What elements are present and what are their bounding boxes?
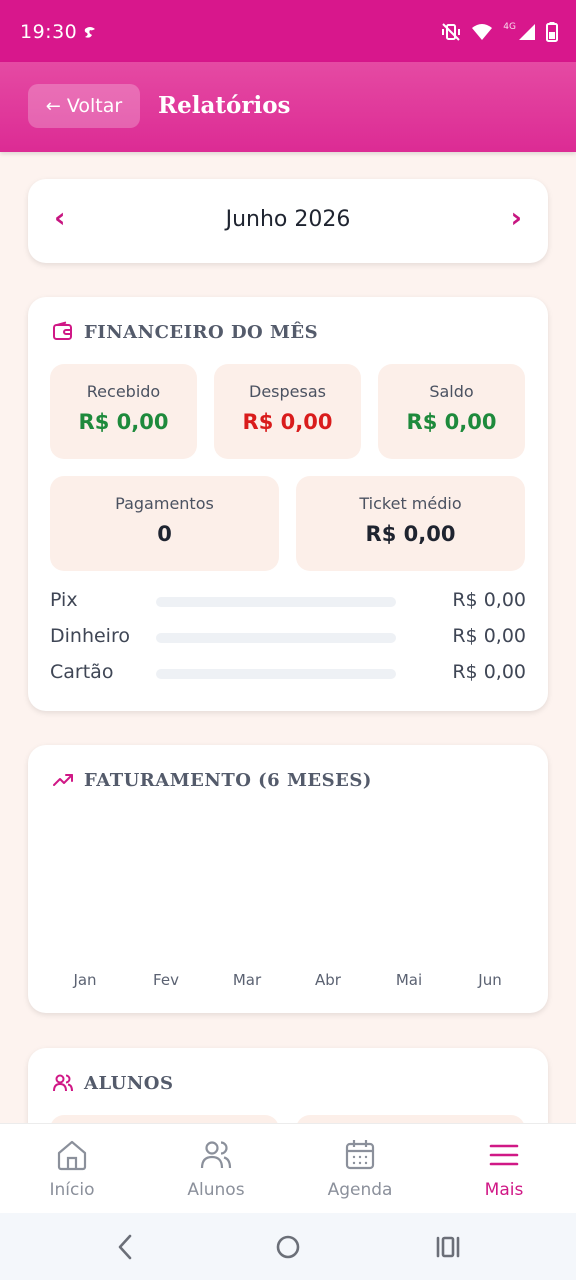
pagamentos-stat: Pagamentos 0	[50, 476, 279, 571]
nav-item-alunos[interactable]: Alunos	[144, 1124, 288, 1214]
financeiro-title: FINANCEIRO DO MÊS	[52, 321, 318, 343]
status-time: 19:30	[20, 21, 78, 43]
chart-x-tick-label: Mai	[395, 971, 423, 989]
saldo-label: Saldo	[429, 382, 474, 401]
nav-label: Agenda	[327, 1180, 393, 1200]
payment-method-label: Cartão	[50, 661, 114, 683]
network-type-label: 4G	[503, 22, 516, 32]
ticket-medio-value: R$ 0,00	[365, 522, 456, 546]
financeiro-card: FINANCEIRO DO MÊS Recebido R$ 0,00 Despe…	[28, 297, 548, 711]
nav-label: Início	[49, 1180, 95, 1200]
financeiro-title-text: FINANCEIRO DO MÊS	[84, 321, 319, 343]
nav-label: Alunos	[187, 1180, 245, 1200]
page-title: Relatórios	[158, 92, 291, 119]
chart-x-tick-label: Fev	[153, 971, 179, 989]
pagamentos-label: Pagamentos	[115, 494, 214, 513]
users-icon	[200, 1141, 232, 1169]
home-icon	[57, 1140, 87, 1171]
bottom-navigation: Início Alunos Agenda Mais	[0, 1123, 576, 1213]
next-month-button[interactable]: ›	[510, 201, 522, 234]
payment-method-row: Dinheiro R$ 0,00	[50, 623, 526, 651]
wallet-icon	[53, 321, 72, 340]
despesas-value: R$ 0,00	[242, 410, 333, 434]
alunos-title: ALUNOS	[52, 1072, 173, 1094]
calendar-icon	[345, 1140, 375, 1170]
saldo-stat: Saldo R$ 0,00	[378, 364, 525, 459]
wifi-icon	[472, 24, 493, 40]
pagamentos-value: 0	[157, 522, 172, 546]
chart-x-tick-label: Jun	[478, 971, 502, 989]
system-home-icon[interactable]	[274, 1233, 302, 1261]
chart-x-tick-label: Jan	[73, 971, 97, 989]
nav-item-mais[interactable]: Mais	[432, 1124, 576, 1214]
vibrate-mute-icon	[442, 23, 461, 41]
system-back-icon[interactable]	[114, 1233, 138, 1261]
revenue-chart	[28, 785, 548, 975]
recebido-value: R$ 0,00	[78, 410, 169, 434]
notification-icon	[84, 27, 95, 38]
back-button-label: Voltar	[66, 95, 123, 117]
month-selector-card: ‹ Junho 2026 ›	[28, 179, 548, 263]
recebido-label: Recebido	[86, 382, 161, 401]
faturamento-card: FATURAMENTO (6 MESES) Jan Fev Mar Abr Mai Jun	[28, 745, 548, 1013]
users-icon	[53, 1074, 73, 1092]
recebido-stat: Recebido R$ 0,00	[50, 364, 197, 459]
current-month-label: Junho 2026	[225, 207, 351, 232]
ticket-medio-label: Ticket médio	[359, 494, 462, 513]
status-icons: 4G	[441, 22, 558, 42]
back-button[interactable]: ← Voltar	[28, 84, 140, 128]
back-arrow-icon: ←	[45, 95, 61, 117]
saldo-value: R$ 0,00	[406, 410, 497, 434]
payment-method-bar	[156, 633, 396, 643]
ticket-medio-stat: Ticket médio R$ 0,00	[296, 476, 525, 571]
payment-method-label: Dinheiro	[50, 625, 130, 647]
alunos-title-text: ALUNOS	[84, 1072, 174, 1094]
system-recents-icon[interactable]	[434, 1233, 462, 1261]
system-navigation-bar	[0, 1213, 576, 1280]
nav-item-agenda[interactable]: Agenda	[288, 1124, 432, 1214]
nav-label: Mais	[484, 1180, 524, 1200]
nav-item-inicio[interactable]: Início	[0, 1124, 144, 1214]
status-bar: 19:30 4G	[0, 0, 576, 62]
app-bar: ← Voltar Relatórios	[0, 62, 576, 152]
payment-method-amount: R$ 0,00	[452, 589, 526, 611]
chart-x-tick-label: Mar	[232, 971, 262, 989]
battery-icon	[546, 22, 558, 42]
despesas-label: Despesas	[249, 382, 326, 401]
payment-method-row: Cartão R$ 0,00	[50, 659, 526, 687]
payment-method-amount: R$ 0,00	[452, 661, 526, 683]
cellular-signal-icon	[519, 24, 535, 40]
chart-x-tick-label: Abr	[315, 971, 341, 989]
payment-method-amount: R$ 0,00	[452, 625, 526, 647]
payment-method-bar	[156, 597, 396, 607]
payment-method-label: Pix	[50, 589, 78, 611]
despesas-stat: Despesas R$ 0,00	[214, 364, 361, 459]
payment-method-bar	[156, 669, 396, 679]
menu-icon	[489, 1144, 519, 1166]
payment-method-row: Pix R$ 0,00	[50, 587, 526, 615]
